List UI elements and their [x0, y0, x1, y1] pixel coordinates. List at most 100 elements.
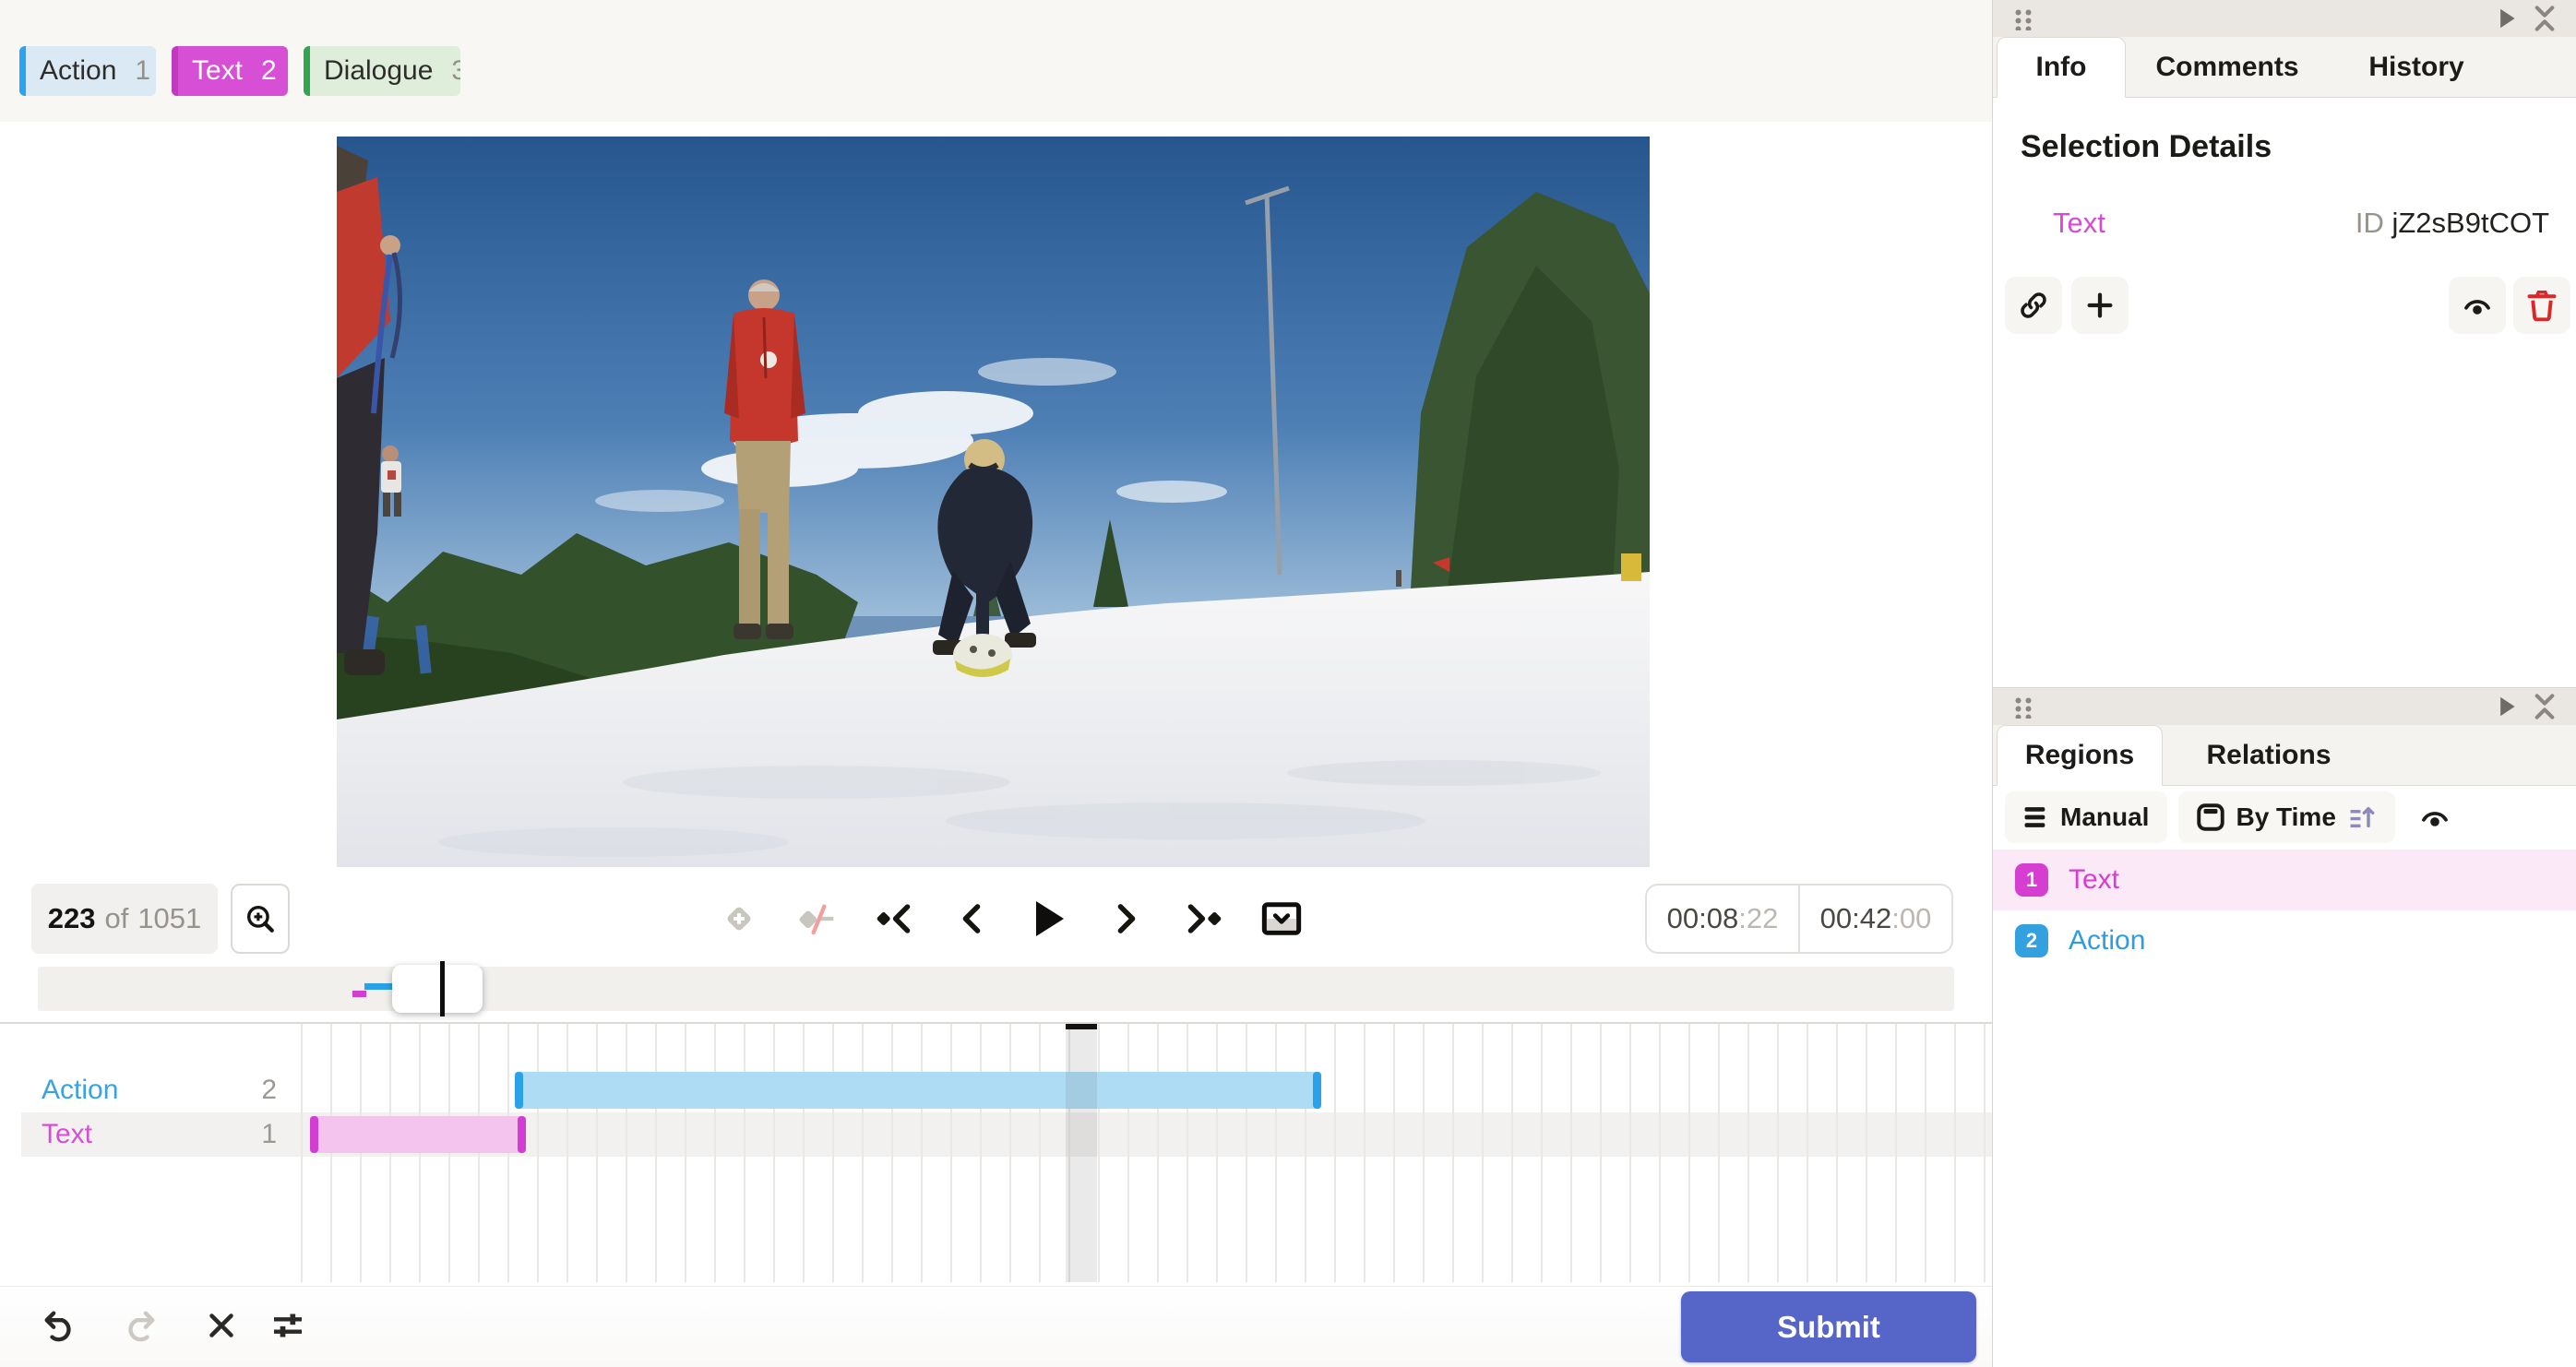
timeline-track-action[interactable]: Action 2 — [0, 1068, 301, 1112]
boxed-chevron-down-icon — [1261, 902, 1302, 935]
sort-by-time-label: By Time — [2236, 802, 2336, 831]
playhead-marker[interactable] — [1066, 1024, 1097, 1029]
total-frames: 1051 — [137, 902, 202, 934]
play-button[interactable] — [1028, 897, 1070, 940]
panel-detach-icon[interactable] — [2497, 695, 2517, 722]
delete-region-button[interactable] — [2513, 277, 2570, 334]
region-resize-handle-right[interactable] — [518, 1116, 526, 1153]
panel-collapse-icon[interactable] — [2534, 693, 2556, 725]
add-region-button[interactable] — [2071, 277, 2129, 334]
label-tag-dialogue[interactable]: Dialogue 3 — [304, 46, 460, 96]
video-frame[interactable] — [337, 137, 1650, 867]
region-label: Text — [2069, 864, 2120, 895]
frame-counter: 223 of 1051 — [31, 884, 218, 954]
settings-sliders-button[interactable] — [262, 1300, 314, 1351]
eye-icon — [2464, 300, 2490, 315]
tab-regions[interactable]: Regions — [1997, 725, 2163, 786]
sort-ascending-icon — [2350, 806, 2375, 828]
panel-detach-icon[interactable] — [2497, 7, 2517, 34]
footer-bar: Submit — [0, 1286, 1992, 1367]
redo-button[interactable] — [114, 1300, 166, 1351]
frame-of-label: of — [104, 902, 129, 934]
regions-panel: Regions Relations Manual By Time 1 Text … — [1993, 687, 2576, 1367]
collapse-vertical-icon — [2534, 694, 2555, 719]
region-label: Action — [2069, 925, 2146, 956]
play-icon — [1036, 901, 1064, 936]
label-hotkey: 3 — [451, 55, 460, 86]
timeline-region-bar-action[interactable] — [515, 1072, 1321, 1109]
info-panel-header — [1993, 0, 2576, 37]
timeline-playhead-column[interactable] — [1066, 1024, 1097, 1282]
toggle-all-visibility-button[interactable] — [2417, 802, 2452, 833]
region-resize-handle-left[interactable] — [310, 1116, 318, 1153]
label-tag-text: Dialogue — [324, 55, 434, 86]
toggle-timeline-button[interactable] — [1260, 897, 1303, 940]
region-index-badge: 1 — [2015, 863, 2048, 897]
track-label: Action — [42, 1075, 119, 1105]
label-color-bar — [304, 46, 310, 96]
region-list-item-text[interactable]: 1 Text — [1993, 850, 2576, 910]
playback-controls — [718, 884, 1303, 954]
collapse-vertical-icon — [2534, 6, 2555, 31]
current-time: 00:08:22 — [1647, 886, 1800, 952]
info-panel: Info Comments History Selection Details … — [1993, 0, 2576, 687]
relation-link-button[interactable] — [2005, 277, 2062, 334]
seekbar-playhead[interactable] — [440, 961, 445, 1016]
keypoint-prev-icon — [877, 904, 911, 933]
selection-id: ID jZ2sB9tCOT — [2355, 207, 2549, 240]
timeline-frame-grid[interactable] — [301, 1024, 1992, 1282]
panel-collapse-icon[interactable] — [2534, 5, 2556, 37]
redo-icon — [128, 1311, 155, 1342]
triangle-right-icon — [2500, 696, 2515, 717]
regions-panel-tabs: Regions Relations — [1993, 725, 2576, 786]
drag-handle-icon[interactable] — [2013, 696, 2033, 719]
deselect-button[interactable] — [196, 1300, 247, 1351]
zoom-in-button[interactable] — [231, 884, 290, 954]
region-resize-handle-left[interactable] — [515, 1072, 523, 1109]
label-color-bar — [172, 46, 178, 96]
magnifier-plus-icon — [246, 905, 274, 933]
current-time-main: 00:08 — [1666, 902, 1739, 934]
regions-toolbar: Manual By Time — [1993, 788, 2576, 847]
time-display: 00:08:22 00:42:00 — [1645, 884, 1953, 954]
toggle-visibility-button[interactable] — [2449, 277, 2506, 334]
trash-icon — [2527, 290, 2557, 322]
sort-order-icon — [2347, 804, 2377, 830]
total-time: 00:42:00 — [1800, 886, 1951, 952]
label-tag-text: Action — [40, 55, 117, 86]
next-frame-button[interactable] — [1105, 897, 1148, 940]
label-tag-action[interactable]: Action 1 — [19, 46, 156, 96]
undo-button[interactable] — [33, 1300, 85, 1351]
seekbar-text-segment — [352, 991, 366, 997]
selection-details-heading: Selection Details — [2021, 129, 2272, 164]
label-tag-text: Text — [192, 55, 244, 86]
tab-comments[interactable]: Comments — [2126, 37, 2329, 97]
sort-by-time-button[interactable]: By Time — [2178, 791, 2395, 843]
current-time-frames: :22 — [1738, 902, 1779, 934]
grouping-manual-button[interactable]: Manual — [2005, 791, 2168, 843]
selection-label: Text — [2053, 207, 2105, 239]
submit-button[interactable]: Submit — [1681, 1291, 1976, 1362]
timeline-region-bar-text[interactable] — [310, 1116, 526, 1153]
group-list-icon — [2024, 807, 2045, 827]
seekbar[interactable] — [38, 961, 1954, 1016]
interpolation-delete-button[interactable] — [795, 897, 838, 940]
chevron-right-icon — [1117, 904, 1136, 933]
region-resize-handle-right[interactable] — [1313, 1072, 1321, 1109]
next-keypoint-button[interactable] — [1183, 897, 1225, 940]
tab-info[interactable]: Info — [1997, 37, 2126, 98]
label-tag-text-selected[interactable]: Text 2 — [172, 46, 288, 96]
prev-frame-button[interactable] — [950, 897, 993, 940]
seekbar-viewport-thumb[interactable] — [392, 965, 483, 1013]
prev-keypoint-button[interactable] — [873, 897, 915, 940]
timeline-track-text[interactable]: Text 1 — [0, 1112, 301, 1157]
label-color-bar — [19, 46, 26, 96]
region-list-item-action[interactable]: 2 Action — [1993, 910, 2576, 971]
add-keypoint-button[interactable] — [718, 897, 760, 940]
drag-handle-icon[interactable] — [2013, 8, 2033, 30]
id-value: jZ2sB9tCOT — [2391, 207, 2549, 239]
tab-history[interactable]: History — [2329, 37, 2504, 97]
chevron-left-icon — [962, 904, 981, 933]
region-index-badge: 2 — [2015, 924, 2048, 957]
tab-relations[interactable]: Relations — [2163, 725, 2375, 785]
